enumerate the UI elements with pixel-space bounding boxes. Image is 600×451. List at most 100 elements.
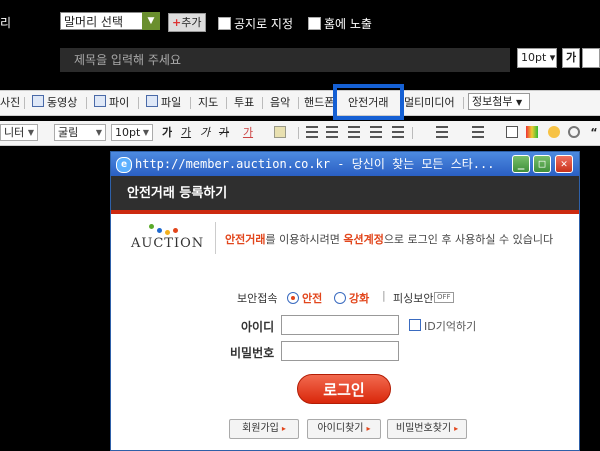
italic-button[interactable]: 가 [197, 124, 213, 141]
logo-dot [165, 230, 170, 235]
plus-icon: + [172, 16, 182, 29]
find-password-button[interactable]: 비밀번호찾기 ▸ [387, 419, 467, 439]
toolbar-item-photo-label: 사진 [0, 96, 21, 109]
toolbar-divider [262, 97, 263, 109]
find-id-label: 아이디찾기 [317, 423, 364, 434]
info-attach-label: 정보첨부 [472, 95, 513, 108]
emoticon-icon[interactable] [548, 126, 560, 138]
security-label: 보안접속 [237, 292, 278, 305]
line-spacing-icon[interactable] [392, 126, 404, 138]
toolbar-item-music-label: 음악 [270, 96, 291, 109]
phishing-toggle[interactable]: OFF [434, 292, 454, 303]
title-input[interactable]: 제목을 입력해 주세요 [60, 48, 510, 72]
toolbar-divider [190, 97, 191, 109]
highlight-color-icon[interactable] [274, 126, 286, 138]
toolbar-item-multimedia[interactable]: 멀티미디어 [404, 95, 455, 111]
home-checkbox[interactable] [308, 17, 321, 30]
message-mid: 를 이용하시려면 [265, 233, 344, 246]
font-size-dropdown[interactable]: 10pt ▼ [111, 124, 153, 141]
color-palette-icon[interactable] [526, 126, 538, 138]
minimize-button[interactable]: _ [512, 155, 530, 173]
find-id-button[interactable]: 아이디찾기 ▸ [307, 419, 381, 439]
security-strong-radio[interactable] [334, 292, 346, 304]
remember-id-checkbox[interactable] [409, 319, 421, 331]
toolbar-divider [412, 127, 413, 139]
toolbar-item-music[interactable]: 음악 [270, 95, 290, 111]
toolbar-divider [24, 97, 25, 109]
arrow-right-icon: ▸ [454, 424, 459, 433]
bold-button[interactable]: 가 [159, 124, 175, 141]
underline-button[interactable]: 가 [178, 124, 194, 141]
category-select[interactable]: 말머리 선택 ▼ [60, 12, 160, 30]
font-color-button[interactable]: 가 [240, 124, 256, 141]
list-icon[interactable] [472, 126, 484, 138]
paragraph-style-dropdown[interactable]: 니터 ▼ [0, 124, 38, 141]
info-attach-dropdown[interactable]: 정보첨부 ▼ [468, 93, 530, 110]
video-icon [32, 95, 44, 107]
grid-icon [94, 95, 106, 107]
maximize-button[interactable]: □ [533, 155, 551, 173]
password-input[interactable] [281, 341, 399, 361]
toolbar-divider [463, 97, 464, 109]
add-category-button[interactable]: +추가 [168, 13, 207, 32]
login-message: 안전거래를 이용하시려면 옥션계정으로 로그인 후 사용하실 수 있습니다 [225, 231, 553, 247]
format-toolbar: 니터 ▼ 굴림 ▼ 10pt ▼ 가 가 가 가 가 “ [0, 121, 600, 146]
toolbar-item-pie[interactable]: 파이 [94, 95, 129, 111]
toolbar-item-video-label: 동영상 [47, 96, 78, 109]
security-safe-radio[interactable] [287, 292, 299, 304]
message-suffix: 으로 로그인 후 사용하실 수 있습니다 [383, 233, 554, 246]
align-justify-icon[interactable] [370, 126, 382, 138]
auction-logo: AUCTION [131, 222, 211, 256]
toolbar-item-file-label: 파일 [161, 96, 182, 109]
close-button[interactable]: ✕ [555, 155, 573, 173]
security-divider: | [382, 289, 386, 302]
remember-id-label: ID기억하기 [424, 320, 477, 333]
signup-button[interactable]: 회원가입 ▸ [229, 419, 299, 439]
paragraph-style-value: 니터 [4, 126, 25, 139]
category-select-value: 말머리 선택 [64, 15, 124, 29]
title-bold-button[interactable]: 가 [562, 48, 580, 68]
strikethrough-button[interactable]: 가 [216, 124, 232, 141]
chevron-down-icon: ▼ [27, 128, 34, 137]
toolbar-item-phone[interactable]: 핸드폰 [304, 95, 334, 111]
title-style-button[interactable] [582, 48, 600, 68]
find-password-label: 비밀번호찾기 [395, 423, 452, 434]
chevron-down-icon[interactable]: ▼ [142, 12, 160, 30]
quote-icon[interactable]: “ [586, 124, 600, 141]
left-label: 리 [0, 16, 12, 30]
arrow-right-icon: ▸ [366, 424, 371, 433]
popup-heading: 안전거래 등록하기 [111, 176, 579, 214]
auction-logo-text: AUCTION [131, 236, 205, 251]
align-center-icon[interactable] [326, 126, 338, 138]
phishing-label: 피싱보안 [393, 292, 434, 305]
popup-window-title: http://member.auction.co.kr - 당신이 찾는 모든 … [135, 157, 495, 171]
align-right-icon[interactable] [348, 126, 360, 138]
password-label: 비밀번호 [230, 346, 275, 360]
toolbar-item-file[interactable]: 파일 [146, 95, 181, 111]
safe-trade-highlight [333, 84, 404, 120]
toolbar-item-photo[interactable]: 사진 [0, 95, 20, 111]
font-face-dropdown[interactable]: 굴림 ▼ [54, 124, 106, 141]
id-label: 아이디 [241, 320, 275, 334]
chevron-down-icon: ▼ [142, 128, 149, 137]
arrow-right-icon: ▸ [281, 424, 286, 433]
toolbar-item-phone-label: 핸드폰 [304, 96, 335, 109]
security-safe-label: 안전 [302, 292, 323, 305]
id-input[interactable] [281, 315, 399, 335]
toolbar-item-map[interactable]: 지도 [198, 95, 218, 111]
toolbar-divider [86, 97, 87, 109]
toolbar-item-video[interactable]: 동영상 [32, 95, 77, 111]
indent-icon[interactable] [436, 126, 448, 138]
home-label: 홈에 노출 [324, 17, 372, 31]
title-font-size-value: 10pt [521, 51, 547, 64]
toolbar-item-vote[interactable]: 투표 [234, 95, 254, 111]
toolbar-divider [138, 97, 139, 109]
align-left-icon[interactable] [306, 126, 318, 138]
link-icon[interactable] [568, 126, 580, 138]
message-safe-trade: 안전거래 [225, 233, 266, 246]
notice-checkbox[interactable] [218, 17, 231, 30]
login-button[interactable]: 로그인 [297, 374, 391, 404]
title-font-size-select[interactable]: 10pt ▾ [517, 48, 557, 68]
table-icon[interactable] [506, 126, 518, 138]
font-size-value: 10pt [115, 126, 141, 139]
